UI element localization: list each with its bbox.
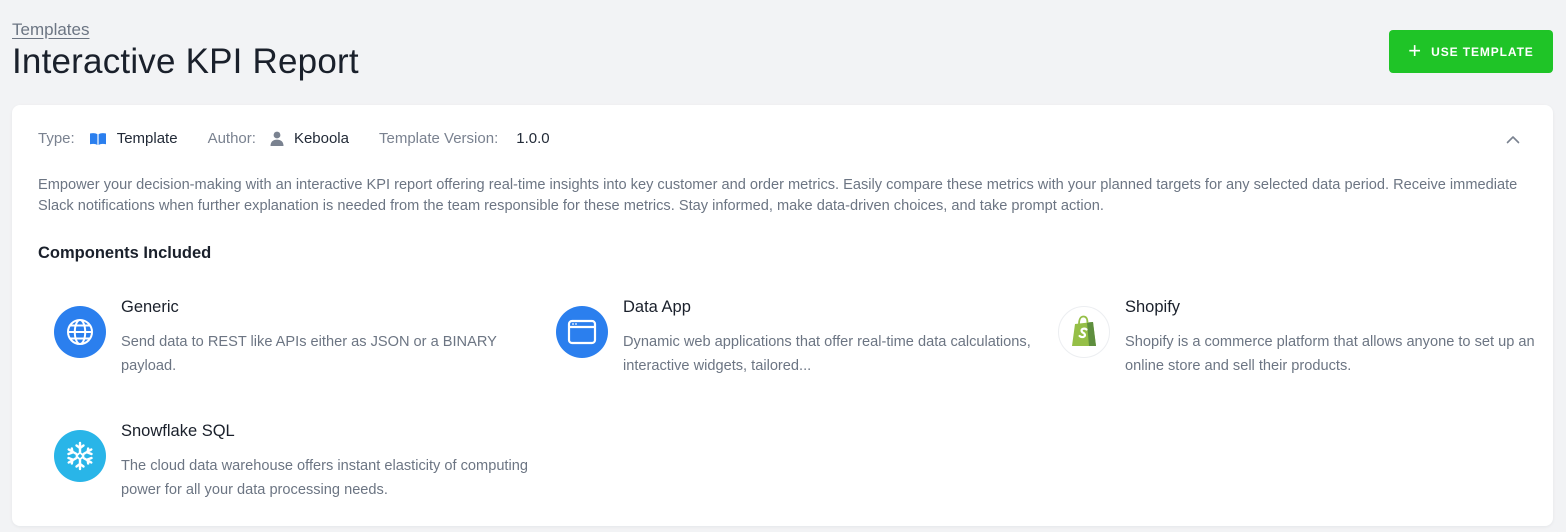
shopify-bag-icon bbox=[1058, 306, 1110, 358]
components-heading: Components Included bbox=[38, 244, 212, 262]
author-label: Author: bbox=[207, 130, 256, 147]
browser-window-icon bbox=[556, 306, 608, 358]
use-template-label: USE TEMPLATE bbox=[1431, 44, 1534, 59]
template-description: Empower your decision-making with an int… bbox=[38, 177, 1518, 214]
component-name: Generic bbox=[121, 298, 179, 316]
chevron-up-icon[interactable] bbox=[1505, 131, 1521, 147]
use-template-button[interactable]: + USE TEMPLATE bbox=[1389, 30, 1553, 73]
page-title: Interactive KPI Report bbox=[12, 42, 359, 81]
template-meta: Type: Template Author: Keboola Template … bbox=[38, 130, 550, 147]
type-value: Template bbox=[116, 130, 178, 147]
plus-icon: + bbox=[1408, 37, 1422, 63]
version-value: 1.0.0 bbox=[516, 130, 550, 147]
user-icon bbox=[270, 131, 284, 146]
component-name: Shopify bbox=[1125, 298, 1181, 316]
author-value: Keboola bbox=[293, 130, 349, 147]
breadcrumb-templates[interactable]: Templates bbox=[12, 20, 89, 40]
component-description: Dynamic web applications that offer real… bbox=[623, 334, 1031, 374]
component-description: Shopify is a commerce platform that allo… bbox=[1125, 334, 1535, 374]
book-icon bbox=[89, 132, 107, 146]
type-label: Type: bbox=[38, 130, 75, 147]
snowflake-icon bbox=[54, 430, 106, 482]
globe-icon bbox=[54, 306, 106, 358]
component-description: The cloud data warehouse offers instant … bbox=[121, 458, 528, 498]
version-label: Template Version: bbox=[379, 130, 499, 147]
component-name: Snowflake SQL bbox=[121, 422, 235, 440]
component-description: Send data to REST like APIs either as JS… bbox=[121, 334, 497, 374]
component-name: Data App bbox=[623, 298, 691, 316]
template-detail-card: Type: Template Author: Keboola Template … bbox=[12, 105, 1553, 526]
